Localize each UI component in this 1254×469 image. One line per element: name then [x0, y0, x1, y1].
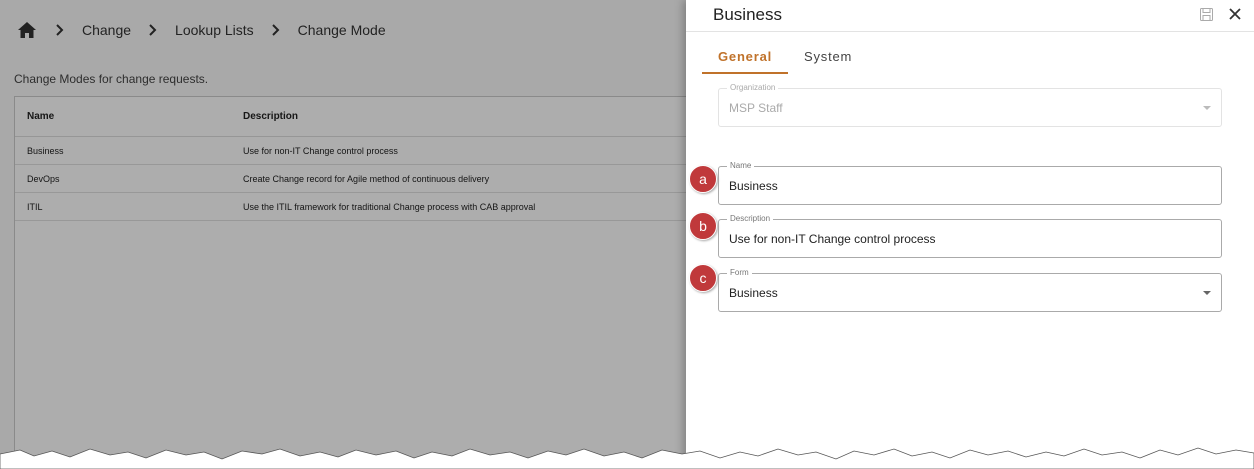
callout-badge-c: c: [689, 264, 717, 292]
description-field[interactable]: Description Use for non-IT Change contro…: [718, 214, 1222, 258]
organization-label: Organization: [727, 83, 779, 93]
name-label: Name: [727, 161, 755, 171]
panel-header: Business: [686, 0, 1254, 32]
description-label: Description: [727, 214, 774, 224]
name-value: Business: [729, 179, 778, 193]
close-icon[interactable]: [1227, 6, 1243, 22]
description-value: Use for non-IT Change control process: [729, 232, 936, 246]
form-select[interactable]: Form Business: [718, 268, 1222, 312]
edit-panel: Business General System Organization MSP…: [686, 0, 1254, 469]
tab-system[interactable]: System: [788, 40, 868, 74]
caret-down-icon: [1203, 106, 1211, 110]
caret-down-icon[interactable]: [1203, 291, 1211, 295]
panel-tabs: General System: [702, 40, 868, 74]
panel-title: Business: [713, 5, 782, 24]
callout-badge-b: b: [689, 212, 717, 240]
save-icon[interactable]: [1200, 8, 1214, 22]
organization-select: Organization MSP Staff: [718, 83, 1222, 127]
name-field[interactable]: Name Business: [718, 161, 1222, 205]
torn-edge-decoration: [0, 447, 1254, 469]
organization-value: MSP Staff: [729, 101, 783, 115]
form-value: Business: [729, 286, 778, 300]
modal-overlay[interactable]: [0, 0, 686, 469]
form-label: Form: [727, 268, 752, 278]
callout-badge-a: a: [689, 165, 717, 193]
tab-general[interactable]: General: [702, 40, 789, 74]
